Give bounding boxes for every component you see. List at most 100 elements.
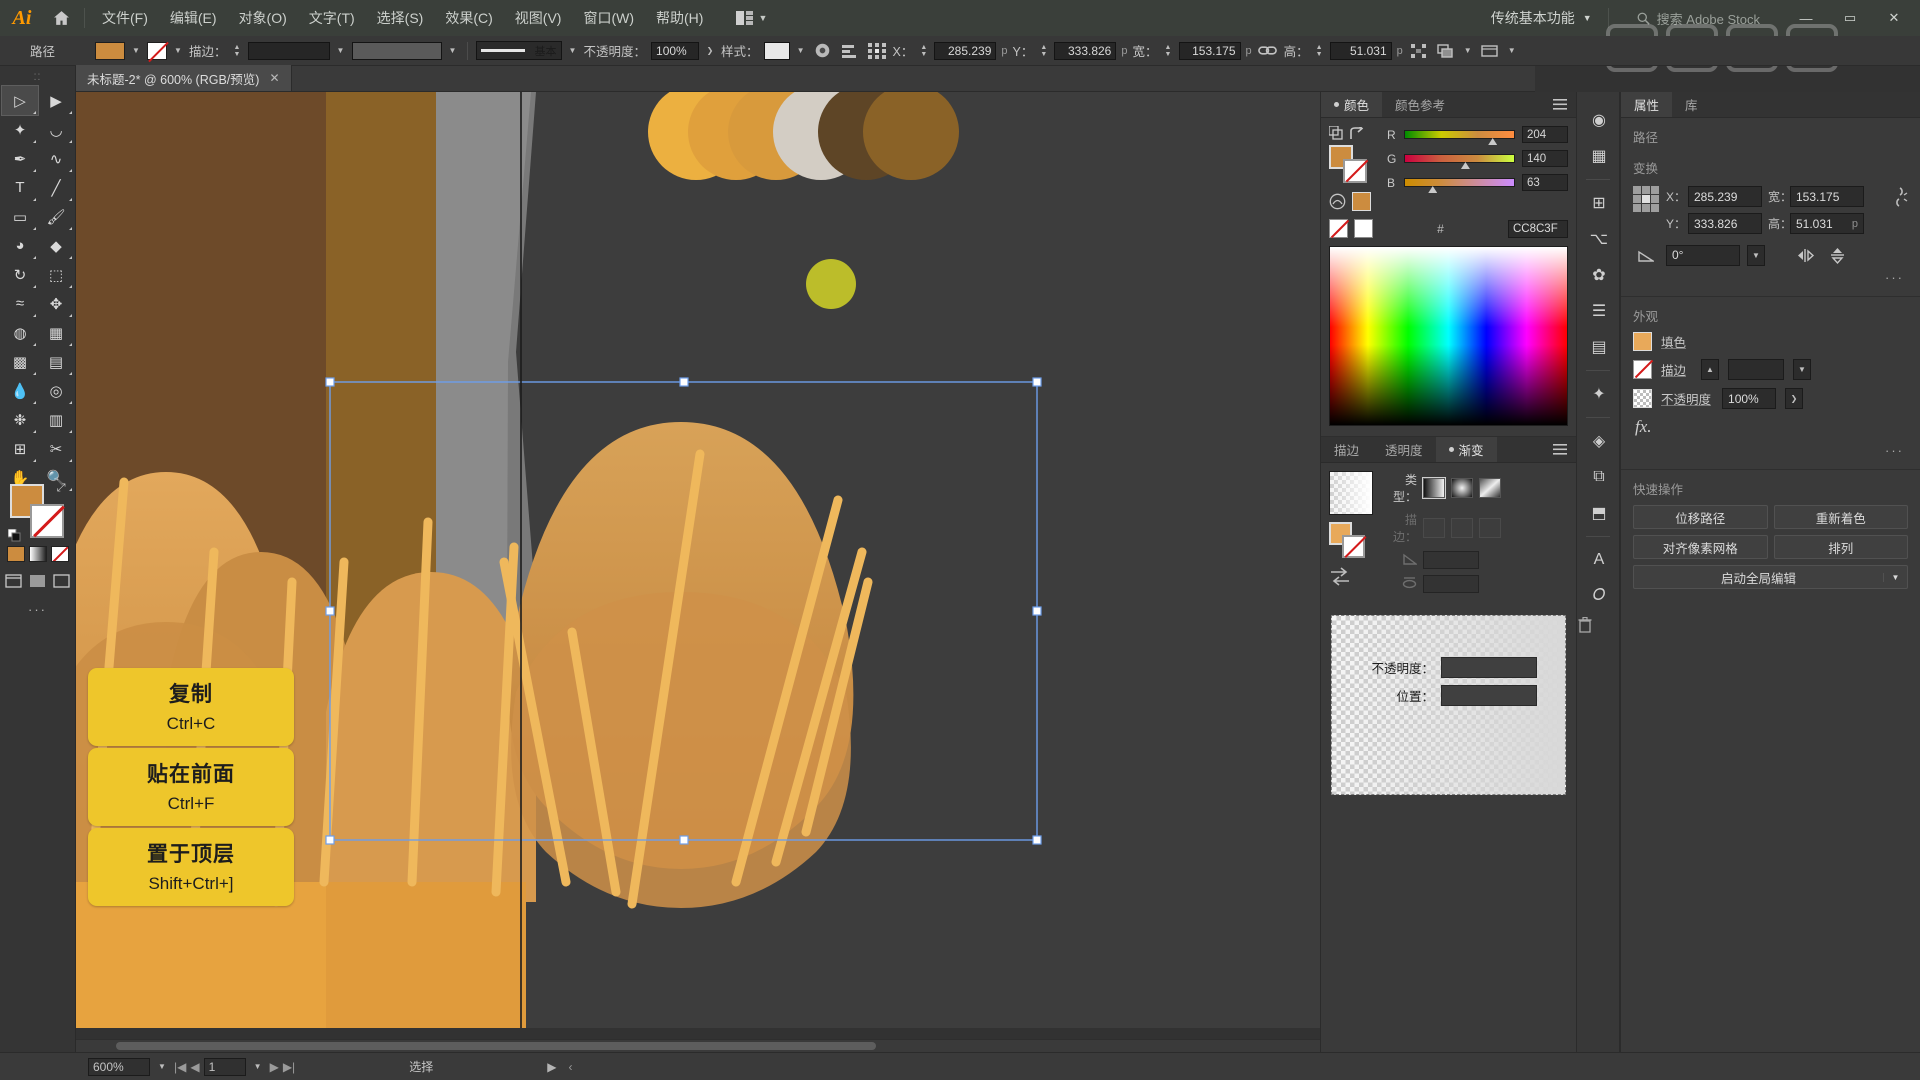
artboard-canvas[interactable]	[76, 92, 1535, 1028]
angle-dropdown-caret[interactable]: ▼	[1747, 244, 1765, 266]
curvature-tool[interactable]: ∿	[38, 144, 74, 173]
menu-object[interactable]: 对象(O)	[228, 0, 298, 36]
gradient-stroke-swatch[interactable]	[1342, 535, 1365, 558]
horizontal-scroll-thumb[interactable]	[116, 1042, 876, 1050]
full-screen-mode-icon[interactable]	[53, 574, 70, 588]
close-button[interactable]: ✕	[1872, 0, 1916, 36]
fill-stroke-proxy-icon[interactable]	[1329, 126, 1344, 141]
scale-tool[interactable]: ⬚	[38, 260, 74, 289]
artboard-tool[interactable]: ⊞	[2, 434, 38, 463]
paintbrush-tool[interactable]: 🖌	[38, 202, 74, 231]
width-tool[interactable]: ≈	[2, 289, 38, 318]
slider-track[interactable]	[1404, 130, 1515, 145]
color-swatch-mode[interactable]	[6, 546, 25, 562]
menu-help[interactable]: 帮助(H)	[645, 0, 714, 36]
width-input[interactable]: 153.175	[1178, 41, 1241, 60]
gradient-stop-opacity-input[interactable]	[1441, 657, 1537, 678]
search-input[interactable]: 搜索 Adobe Stock	[1657, 9, 1760, 28]
layers-icon[interactable]: ◈	[1577, 423, 1621, 459]
chevron-down-icon[interactable]: ▼	[1883, 572, 1907, 582]
none-swatch[interactable]	[1329, 219, 1348, 238]
y-input[interactable]: 333.826	[1688, 213, 1762, 234]
color-stroke-swatch[interactable]	[1343, 159, 1367, 183]
stroke-color-swatch[interactable]	[147, 41, 167, 60]
document-tab[interactable]: 未标题-2* @ 600% (RGB/预览) ✕	[76, 65, 292, 91]
shaper-tool[interactable]: ◕	[2, 231, 38, 260]
arrange-button[interactable]: 排列	[1773, 535, 1908, 559]
opacity-caret[interactable]: ❯	[704, 42, 716, 60]
artboards-icon[interactable]: ⊞	[1577, 185, 1621, 221]
recolor-button[interactable]: 重新着色	[1773, 505, 1908, 529]
stroke-weight-caret[interactable]: ▼	[1793, 359, 1812, 380]
maximize-button[interactable]: ▭	[1828, 0, 1872, 36]
stock-search[interactable]: 搜索 Adobe Stock	[1627, 9, 1770, 28]
height-input[interactable]: 51.031 p	[1790, 213, 1864, 234]
chevron-left-icon[interactable]: ‹	[568, 1060, 572, 1074]
panel-menu-icon[interactable]	[1544, 92, 1576, 117]
opacity-expand-caret[interactable]: ❯	[1785, 388, 1804, 409]
angle-input[interactable]: 0°	[1666, 244, 1740, 266]
slider-track[interactable]	[1404, 178, 1515, 193]
slider-track[interactable]	[1404, 154, 1515, 169]
tab-color-guide[interactable]: 颜色参考	[1382, 92, 1458, 117]
y-stepper[interactable]: ▲ ▼	[1038, 42, 1049, 60]
stroke-weight-caret[interactable]: ▼	[335, 42, 347, 60]
stroke-dropdown-caret[interactable]: ▼	[172, 42, 184, 60]
play-icon[interactable]: ▶	[547, 1060, 556, 1074]
style-caret[interactable]: ▼	[795, 42, 807, 60]
appearance-opacity-input[interactable]: 100%	[1722, 388, 1777, 409]
link-chain-icon[interactable]	[1257, 40, 1279, 62]
align-panel-icon[interactable]: ▤	[1577, 329, 1621, 365]
stroke-weight-input[interactable]	[247, 41, 330, 60]
column-graph-tool[interactable]: ▥	[38, 405, 74, 434]
recolor-artwork-icon[interactable]	[812, 40, 834, 62]
current-tool-label[interactable]: 选择	[409, 1058, 433, 1075]
slice-tool[interactable]: ✂	[38, 434, 74, 463]
appearance-more-options[interactable]: ···	[1621, 441, 1920, 460]
appearance-stroke-input[interactable]	[1728, 359, 1785, 380]
linear-gradient-type-button[interactable]	[1422, 477, 1446, 499]
slider-knob[interactable]	[1428, 186, 1438, 193]
fill-color-swatch[interactable]	[95, 41, 125, 60]
type-tool[interactable]: T	[2, 173, 38, 202]
width-input[interactable]: 153.175	[1790, 186, 1864, 207]
gradient-tool[interactable]: ▤	[38, 347, 74, 376]
swap-fill-stroke-icon[interactable]: ⤢	[57, 482, 66, 495]
artboard-nav-first[interactable]: |◀	[174, 1060, 186, 1074]
slider-knob[interactable]	[1488, 138, 1498, 145]
stroke-swatch[interactable]	[29, 504, 64, 538]
close-icon[interactable]: ✕	[269, 71, 279, 85]
artboard-number-input[interactable]: 1	[203, 1057, 246, 1076]
align-to-selection-icon[interactable]	[1408, 40, 1430, 62]
document-setup-caret[interactable]: ▼	[1506, 42, 1518, 60]
slider-knob[interactable]	[1460, 162, 1470, 169]
web-safe-swatch[interactable]	[1352, 192, 1371, 211]
slider-value[interactable]: 63	[1522, 174, 1568, 191]
selection-tool[interactable]: ▷	[1, 85, 39, 116]
symbols-icon[interactable]: ✿	[1577, 257, 1621, 293]
edit-toolbar-button[interactable]: ···	[0, 602, 75, 617]
minimize-button[interactable]: —	[1784, 0, 1828, 36]
artboard-nav-next[interactable]: ▶	[270, 1060, 279, 1074]
none-mode[interactable]	[50, 546, 69, 562]
default-fill-stroke-icon[interactable]	[7, 529, 21, 542]
brush-definition-select[interactable]: 基本	[475, 41, 562, 60]
appearance-opacity-swatch[interactable]	[1633, 389, 1652, 408]
normal-screen-mode-icon[interactable]	[5, 574, 22, 588]
magic-wand-tool[interactable]: ✦	[2, 115, 38, 144]
hex-input[interactable]: CC8C3F	[1508, 219, 1568, 238]
x-input[interactable]: 285.239	[1688, 186, 1762, 207]
pen-tool[interactable]: ✒	[2, 144, 38, 173]
fill-dropdown-caret[interactable]: ▼	[130, 42, 142, 60]
gradient-preview-swatch[interactable]	[1329, 471, 1373, 515]
tab-libraries[interactable]: 库	[1672, 92, 1711, 117]
stroke-weight-stepper[interactable]: ▲ ▼	[232, 42, 243, 60]
eraser-tool[interactable]: ◆	[38, 231, 74, 260]
menu-view[interactable]: 视图(V)	[504, 0, 573, 36]
freeform-gradient-type-button[interactable]	[1479, 478, 1501, 498]
graphic-styles-icon[interactable]: 𝑂	[1577, 578, 1621, 614]
rotate-tool[interactable]: ↻	[2, 260, 38, 289]
gradient-stop-location-input[interactable]	[1441, 685, 1537, 706]
height-input[interactable]: 51.031	[1329, 41, 1392, 60]
menu-edit[interactable]: 编辑(E)	[159, 0, 228, 36]
